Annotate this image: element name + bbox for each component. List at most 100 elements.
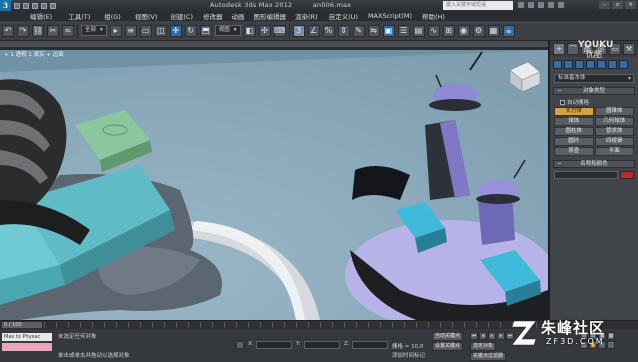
new-file-icon[interactable] [14, 2, 20, 9]
helpers-icon[interactable] [597, 60, 606, 69]
unlink-icon[interactable]: ✂ [47, 24, 59, 37]
undo-icon[interactable] [41, 2, 47, 9]
pivot-center-icon[interactable]: ◧ [243, 24, 256, 37]
favorites-icon[interactable] [548, 2, 554, 8]
tube-button[interactable]: 管状体 [594, 127, 634, 136]
graphite-icon[interactable]: ▤ [412, 24, 425, 37]
save-file-icon[interactable] [32, 2, 38, 9]
go-to-start-icon[interactable]: ⏮ [470, 332, 478, 340]
menu-rendering[interactable]: 渲染(R) [295, 11, 318, 21]
menu-customize[interactable]: 自定义(U) [329, 11, 358, 21]
search-input[interactable]: 键入关键字或短语 [443, 1, 513, 10]
plane-button[interactable]: 平面 [594, 147, 634, 156]
redo-tool-icon[interactable]: ↷ [17, 24, 29, 37]
systems-icon[interactable] [619, 60, 628, 69]
menu-help[interactable]: 帮助(H) [422, 11, 445, 21]
perspective-viewport[interactable]: + 1 透视 1 真实 + 边面 [0, 50, 548, 320]
set-key-button[interactable]: 设置关键点 [432, 342, 464, 351]
snap-toggle-icon[interactable]: 3 [292, 24, 305, 37]
communication-icon[interactable] [538, 2, 544, 8]
angle-snap-icon[interactable]: ∠ [307, 24, 320, 37]
menu-create[interactable]: 创建(C) [170, 11, 193, 21]
menu-views[interactable]: 视图(V) [135, 11, 158, 21]
menu-edit[interactable]: 编辑(E) [30, 11, 52, 21]
schematic-view-icon[interactable]: ⊞ [442, 24, 455, 37]
undo-tool-icon[interactable]: ↶ [2, 24, 14, 37]
menu-graph-editors[interactable]: 图形编辑器 [254, 11, 287, 21]
x-coordinate-field[interactable] [256, 341, 292, 349]
geometry-icon[interactable] [553, 60, 562, 69]
menu-modifiers[interactable]: 修改器 [203, 11, 223, 21]
selected-object-dropdown[interactable]: 选定对象 [470, 342, 497, 351]
viewport-label[interactable]: + 1 透视 1 真实 + 边面 [4, 50, 64, 58]
select-scale-icon[interactable]: ⬒ [199, 24, 212, 37]
rendered-frame-icon[interactable]: ▦ [487, 24, 500, 37]
maxscript-listener[interactable]: Max to Physac [2, 333, 52, 341]
autogrid-checkbox[interactable] [560, 99, 565, 105]
maximize-icon[interactable]: ▫ [612, 1, 623, 9]
previous-frame-icon[interactable]: ◂ [479, 332, 487, 340]
spinner-snap-icon[interactable]: ⇕ [337, 24, 350, 37]
manipulate-icon[interactable]: ✣ [258, 24, 271, 37]
menu-tools[interactable]: 工具(T) [68, 11, 90, 21]
y-coordinate-field[interactable] [304, 341, 340, 349]
time-slider[interactable]: 0 / 100 [2, 322, 42, 328]
search-icon[interactable] [518, 2, 524, 8]
geosphere-button[interactable]: 几何球体 [594, 117, 634, 126]
mirror-icon[interactable]: ⇋ [367, 24, 380, 37]
menu-animation[interactable]: 动画 [232, 11, 245, 21]
cameras-icon[interactable] [586, 60, 595, 69]
curve-editor-icon[interactable]: ∿ [427, 24, 440, 37]
reference-coordinate-dropdown[interactable]: 视图 ▾ [214, 25, 241, 36]
maxscript-output[interactable] [2, 343, 52, 351]
tab-utilities[interactable]: ⚒ [623, 43, 635, 55]
rectangular-selection-icon[interactable]: ▭ [139, 24, 152, 37]
render-production-icon[interactable]: ☕ [502, 24, 515, 37]
open-file-icon[interactable] [23, 2, 29, 9]
selection-filter-dropdown[interactable]: 全部 ▾ [81, 25, 107, 36]
tab-create[interactable]: + [553, 43, 565, 55]
autogrid-option[interactable]: 自动栅格 [560, 98, 632, 106]
subscription-icon[interactable] [528, 2, 534, 8]
object-color-swatch[interactable] [620, 171, 634, 179]
help-icon[interactable] [558, 2, 564, 8]
object-name-field[interactable] [554, 171, 618, 179]
bind-space-warp-icon[interactable]: ≈ [62, 24, 74, 37]
link-icon[interactable]: ⛓ [32, 24, 44, 37]
box-button[interactable]: 长方体 [554, 107, 594, 116]
named-selection-icon[interactable]: ✎ [352, 24, 365, 37]
cylinder-button[interactable]: 圆柱体 [554, 127, 594, 136]
select-rotate-icon[interactable]: ↻ [184, 24, 197, 37]
sphere-button[interactable]: 球体 [554, 117, 594, 126]
redo-icon[interactable] [50, 2, 56, 9]
object-type-rollout-header[interactable]: − 对象类型 [553, 87, 635, 95]
space-warps-icon[interactable] [608, 60, 617, 69]
auto-key-button[interactable]: 自动关键点 [432, 332, 464, 341]
shapes-icon[interactable] [564, 60, 573, 69]
play-icon[interactable]: ▸ [488, 332, 496, 340]
add-time-tag[interactable]: 添加时间标记 [392, 351, 425, 359]
window-crossing-icon[interactable]: ◫ [154, 24, 167, 37]
layer-manager-icon[interactable]: ☰ [397, 24, 410, 37]
selection-lock-icon[interactable] [236, 341, 244, 349]
z-coordinate-field[interactable] [352, 341, 388, 349]
teapot-button[interactable]: 茶壶 [554, 147, 594, 156]
next-frame-icon[interactable]: ▸ [497, 332, 505, 340]
name-color-rollout-header[interactable]: − 名称和颜色 [553, 160, 635, 168]
minimize-icon[interactable]: – [599, 1, 610, 9]
select-object-icon[interactable]: ▸ [109, 24, 122, 37]
torus-button[interactable]: 圆环 [554, 137, 594, 146]
key-filters-button[interactable]: 关键点过滤器 [470, 352, 507, 361]
pyramid-button[interactable]: 四棱锥 [594, 137, 634, 146]
percent-snap-icon[interactable]: % [322, 24, 335, 37]
geometry-category-dropdown[interactable]: 标准基本体 [554, 74, 634, 83]
render-setup-icon[interactable]: ⚙ [472, 24, 485, 37]
material-editor-icon[interactable]: ◉ [457, 24, 470, 37]
lights-icon[interactable] [575, 60, 584, 69]
cone-button[interactable]: 圆锥体 [594, 107, 634, 116]
keyboard-shortcut-icon[interactable]: ⌨ [273, 24, 286, 37]
menu-group[interactable]: 组(G) [104, 11, 121, 21]
select-move-icon[interactable]: ✛ [169, 24, 182, 37]
align-icon[interactable]: ▣ [382, 24, 395, 37]
maximize-viewport-icon[interactable]: ⛶ [607, 341, 615, 349]
